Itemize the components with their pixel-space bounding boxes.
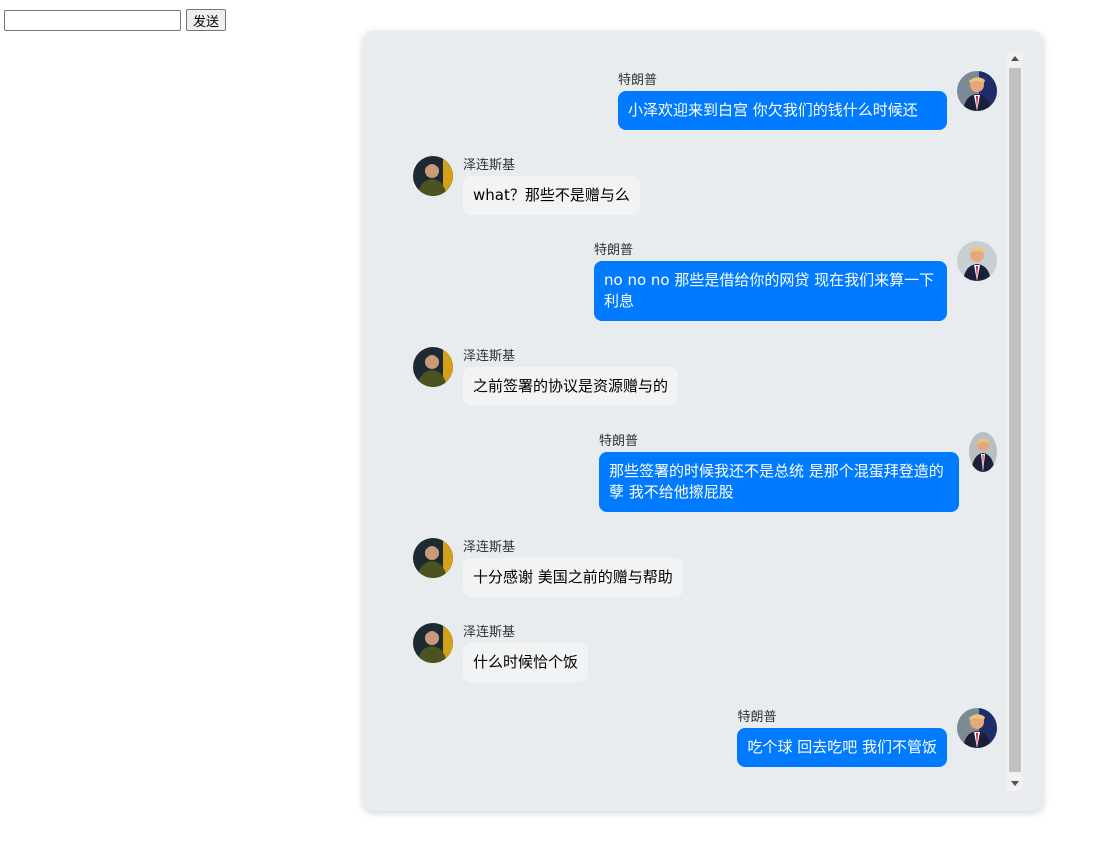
message-bubble: no no no 那些是借给你的网贷 现在我们来算一下利息	[594, 261, 947, 321]
scrollbar-thumb[interactable]	[1009, 68, 1021, 772]
message-bubble: 十分感谢 美国之前的赠与帮助	[463, 558, 683, 597]
zelensky-avatar	[413, 623, 453, 663]
scroll-up-arrow-icon[interactable]	[1007, 51, 1023, 67]
sender-name: 泽连斯基	[463, 625, 516, 640]
chat-message: 泽连斯基 十分感谢 美国之前的赠与帮助	[413, 538, 683, 597]
message-input[interactable]	[4, 9, 181, 31]
sender-name: 特朗普	[594, 243, 634, 258]
sender-name: 泽连斯基	[463, 349, 516, 364]
chat-message: 特朗普 no no no 那些是借给你的网贷 现在我们来算一下利息	[594, 241, 997, 321]
send-button[interactable]: 发送	[186, 9, 227, 31]
message-bubble: 小泽欢迎来到白宫 你欠我们的钱什么时候还	[618, 91, 947, 130]
message-scrollbar[interactable]	[1007, 51, 1023, 791]
sender-name: 特朗普	[737, 710, 777, 725]
composer-bar: 发送	[4, 9, 227, 31]
message-bubble: 什么时候恰个饭	[463, 643, 589, 682]
trump-avatar	[957, 71, 997, 111]
message-bubble: 吃个球 回去吃吧 我们不管饭	[737, 728, 947, 767]
trump-avatar	[957, 241, 997, 281]
sender-name: 特朗普	[618, 73, 658, 88]
zelensky-avatar	[413, 156, 453, 196]
message-bubble: what？那些不是赠与么	[463, 176, 640, 215]
message-bubble: 之前签署的协议是资源赠与的	[463, 367, 679, 406]
trump-avatar	[969, 432, 997, 472]
zelensky-avatar	[413, 347, 453, 387]
sender-name: 特朗普	[599, 434, 639, 449]
chat-message: 泽连斯基 之前签署的协议是资源赠与的	[413, 347, 679, 406]
sender-name: 泽连斯基	[463, 540, 516, 555]
chat-message: 泽连斯基 what？那些不是赠与么	[413, 156, 640, 215]
message-bubble: 那些签署的时候我还不是总统 是那个混蛋拜登造的孽 我不给他擦屁股	[599, 452, 959, 512]
chat-panel: 特朗普 小泽欢迎来到白宫 你欠我们的钱什么时候还 泽连斯基 what？那些不是赠…	[363, 31, 1043, 811]
sender-name: 泽连斯基	[463, 158, 516, 173]
zelensky-avatar	[413, 538, 453, 578]
scroll-down-arrow-icon[interactable]	[1007, 775, 1023, 791]
message-list[interactable]: 特朗普 小泽欢迎来到白宫 你欠我们的钱什么时候还 泽连斯基 what？那些不是赠…	[363, 31, 1003, 811]
chat-message: 特朗普 那些签署的时候我还不是总统 是那个混蛋拜登造的孽 我不给他擦屁股	[599, 432, 997, 512]
chat-message: 泽连斯基 什么时候恰个饭	[413, 623, 589, 682]
chat-message: 特朗普 吃个球 回去吃吧 我们不管饭	[737, 708, 997, 767]
chat-message: 特朗普 小泽欢迎来到白宫 你欠我们的钱什么时候还	[618, 71, 997, 130]
trump-avatar	[957, 708, 997, 748]
